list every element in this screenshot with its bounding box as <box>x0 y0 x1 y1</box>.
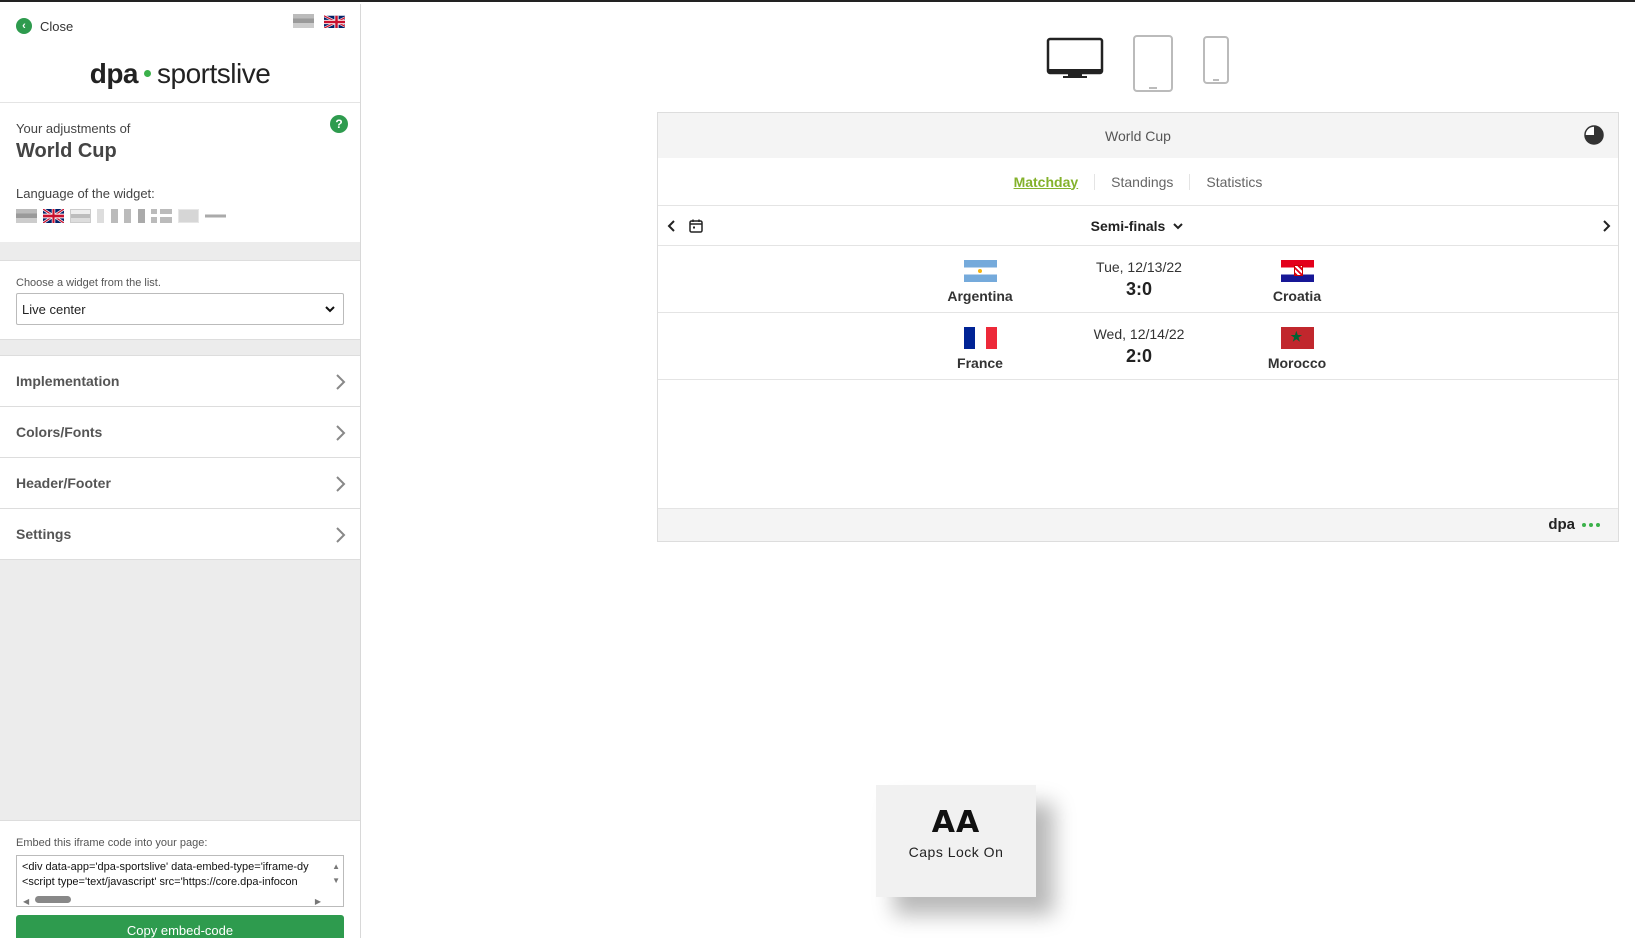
embed-code-line: <div data-app='dpa-sportslive' data-embe… <box>22 861 309 873</box>
embed-code-line: <script type='text/javascript' src='http… <box>22 876 298 888</box>
caps-lock-notification: AA Caps Lock On <box>876 785 1036 897</box>
menu-item-settings[interactable]: Settings <box>0 508 360 560</box>
away-team: Croatia <box>1237 260 1357 304</box>
copy-embed-code-button[interactable]: Copy embed-code <box>16 915 344 938</box>
widget-language-flags <box>16 209 226 223</box>
chevron-down-icon <box>1173 222 1184 229</box>
morocco-flag-icon <box>1280 327 1314 349</box>
match-date: Wed, 12/14/22 <box>1093 326 1185 342</box>
widget-preview: World Cup Matchday Standings Statistics … <box>657 112 1619 542</box>
widget-chooser-label: Choose a widget from the list. <box>16 277 161 289</box>
back-arrow-icon: ‹ <box>16 18 32 34</box>
competition-title: World Cup <box>16 140 117 162</box>
chevron-right-icon <box>336 425 346 441</box>
away-team: Morocco <box>1237 327 1357 371</box>
spanish-flag-icon[interactable] <box>70 209 91 223</box>
match-score: 3:0 <box>1125 279 1152 299</box>
language-label: Language of the widget: <box>16 186 155 201</box>
scroll-left-icon[interactable]: ◀ <box>23 894 29 906</box>
device-preview-toggle <box>1046 35 1230 93</box>
horizontal-scrollbar[interactable]: ◀ ▶ <box>21 894 323 906</box>
chevron-left-icon[interactable] <box>664 218 680 234</box>
settings-sidebar: ‹ Close dpa sportslive Your adjustments o… <box>0 4 361 938</box>
german-flag-icon[interactable] <box>293 14 314 28</box>
away-team-name: Croatia <box>1272 288 1322 304</box>
round-label: Semi-finals <box>1090 217 1166 234</box>
scrollbar-thumb[interactable] <box>35 896 71 903</box>
live-pie-icon[interactable] <box>1584 125 1604 145</box>
dpa-sportslive-logo: dpa sportslive <box>89 58 271 89</box>
widget-select[interactable]: Live center <box>16 293 344 325</box>
uk-flag-icon[interactable] <box>324 14 345 28</box>
scroll-right-icon[interactable]: ▶ <box>315 894 321 906</box>
widget-header: World Cup <box>658 113 1618 158</box>
french-flag-icon[interactable] <box>97 209 118 223</box>
dpa-footer-logo: dpa <box>1548 516 1600 533</box>
tab-standings[interactable]: Standings <box>1095 173 1191 190</box>
desktop-icon[interactable] <box>1046 35 1104 81</box>
france-flag-icon <box>963 327 997 349</box>
vertical-scrollbar[interactable]: ▲ ▼ <box>332 860 340 888</box>
embed-panel: Embed this iframe code into your page: <… <box>0 820 360 938</box>
flag-icon[interactable] <box>205 209 226 223</box>
close-button[interactable]: ‹ Close <box>16 18 73 34</box>
sidebar-header: ‹ Close dpa sportslive <box>0 4 360 102</box>
adjustments-panel: Your adjustments of World Cup ? Language… <box>0 102 360 242</box>
round-navigation: Semi-finals <box>658 206 1618 246</box>
chevron-right-icon[interactable] <box>1598 218 1614 234</box>
round-select[interactable]: Semi-finals <box>1091 218 1186 234</box>
home-team-name: Argentina <box>947 288 1013 304</box>
widget-title: World Cup <box>1105 127 1171 144</box>
match-info: Wed, 12/14/22 2:0 <box>1059 326 1219 367</box>
tab-matchday[interactable]: Matchday <box>998 173 1096 190</box>
chevron-right-icon <box>336 374 346 390</box>
match-info: Tue, 12/13/22 3:0 <box>1059 259 1219 300</box>
widget-chooser: Choose a widget from the list. Live cent… <box>0 260 360 340</box>
tab-statistics[interactable]: Statistics <box>1190 174 1278 190</box>
chevron-right-icon <box>336 527 346 543</box>
argentina-flag-icon <box>963 260 997 282</box>
menu-item-header-footer[interactable]: Header/Footer <box>0 457 360 509</box>
italian-flag-icon[interactable] <box>124 209 145 223</box>
chevron-right-icon <box>336 476 346 492</box>
embed-code-textarea[interactable]: <div data-app='dpa-sportslive' data-embe… <box>16 855 344 907</box>
match-score: 2:0 <box>1125 346 1152 366</box>
caps-lock-icon: AA <box>931 805 981 840</box>
match-row[interactable]: Argentina Tue, 12/13/22 3:0 Croatia <box>658 246 1618 313</box>
match-date: Tue, 12/13/22 <box>1096 259 1182 275</box>
help-icon[interactable]: ? <box>330 115 348 133</box>
ui-language-flags <box>293 14 345 28</box>
menu-item-colors-fonts[interactable]: Colors/Fonts <box>0 406 360 458</box>
home-team: France <box>920 327 1040 371</box>
widget-select-value: Live center <box>22 301 86 317</box>
match-row[interactable]: France Wed, 12/14/22 2:0 Morocco <box>658 313 1618 380</box>
chevron-down-icon <box>325 306 335 313</box>
embed-label: Embed this iframe code into your page: <box>16 837 208 849</box>
widget-tabs: Matchday Standings Statistics <box>658 158 1618 206</box>
phone-icon[interactable] <box>1202 35 1230 85</box>
uk-flag-icon[interactable] <box>43 209 64 223</box>
home-team: Argentina <box>920 260 1040 304</box>
close-label: Close <box>40 18 74 34</box>
menu-item-implementation[interactable]: Implementation <box>0 355 360 407</box>
flag-icon[interactable] <box>178 209 199 223</box>
german-flag-icon[interactable] <box>16 209 37 223</box>
croatia-flag-icon <box>1280 260 1314 282</box>
caps-lock-label: Caps Lock On <box>908 844 1004 860</box>
away-team-name: Morocco <box>1267 355 1327 371</box>
widget-footer: dpa <box>658 508 1618 541</box>
adjustments-subtitle: Your adjustments of <box>16 121 131 136</box>
calendar-icon[interactable] <box>688 218 704 234</box>
nordic-flag-icon[interactable] <box>151 209 172 223</box>
tablet-icon[interactable] <box>1132 35 1174 93</box>
settings-menu: Implementation Colors/Fonts Header/Foote… <box>0 355 360 560</box>
home-team-name: France <box>957 355 1003 371</box>
